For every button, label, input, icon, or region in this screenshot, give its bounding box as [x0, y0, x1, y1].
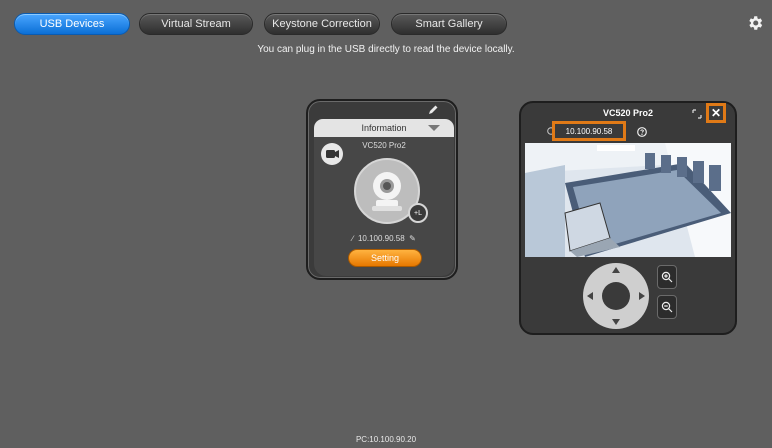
- zoom-controls: [657, 265, 677, 323]
- expand-icon[interactable]: [692, 109, 702, 119]
- setting-button[interactable]: Setting: [348, 249, 422, 267]
- device-ip: 10.100.90.58: [357, 234, 405, 243]
- live-video-feed: [525, 143, 731, 257]
- usb-hint-text: You can plug in the USB directly to read…: [257, 44, 515, 55]
- gear-icon[interactable]: [746, 14, 764, 32]
- network-icon: +L: [408, 203, 428, 223]
- information-tab-label: Information: [361, 123, 407, 133]
- information-tab[interactable]: Information: [314, 119, 454, 137]
- device-info-card: Information VC520 Pro2 +L ∕ 10.100.90.58…: [306, 99, 458, 280]
- information-panel: VC520 Pro2 +L ∕ 10.100.90.58 ✎ Setting: [314, 137, 454, 276]
- camera-preview-window: VC520 Pro2 ✕ 10.100.90.58: [519, 101, 737, 335]
- preview-ip: 10.100.90.58: [565, 126, 613, 136]
- tab-smart-gallery[interactable]: Smart Gallery: [391, 13, 507, 35]
- zoom-in-button[interactable]: [657, 265, 677, 289]
- pc-ip-footer: PC:10.100.90.20: [355, 435, 417, 444]
- preview-title: VC520 Pro2: [602, 108, 654, 118]
- ptz-direction-pad[interactable]: [581, 261, 651, 331]
- chevron-down-icon: [428, 125, 440, 131]
- edit-ip-icon[interactable]: ✎: [409, 234, 416, 243]
- close-button[interactable]: ✕: [706, 103, 726, 123]
- zoom-out-icon: [661, 301, 673, 313]
- device-ip-row: ∕ 10.100.90.58 ✎: [314, 234, 454, 243]
- tab-keystone-correction[interactable]: Keystone Correction: [264, 13, 380, 35]
- close-icon: ✕: [710, 106, 722, 120]
- link-icon: ∕: [352, 234, 354, 243]
- tab-virtual-stream[interactable]: Virtual Stream: [139, 13, 253, 35]
- tab-usb-devices[interactable]: USB Devices: [14, 13, 130, 35]
- zoom-in-icon: [661, 271, 673, 283]
- device-name: VC520 Pro2: [362, 141, 406, 150]
- preview-ip-highlight: 10.100.90.58: [552, 121, 626, 141]
- zoom-out-button[interactable]: [657, 295, 677, 319]
- help-icon[interactable]: [637, 127, 647, 137]
- edit-icon[interactable]: [427, 104, 439, 116]
